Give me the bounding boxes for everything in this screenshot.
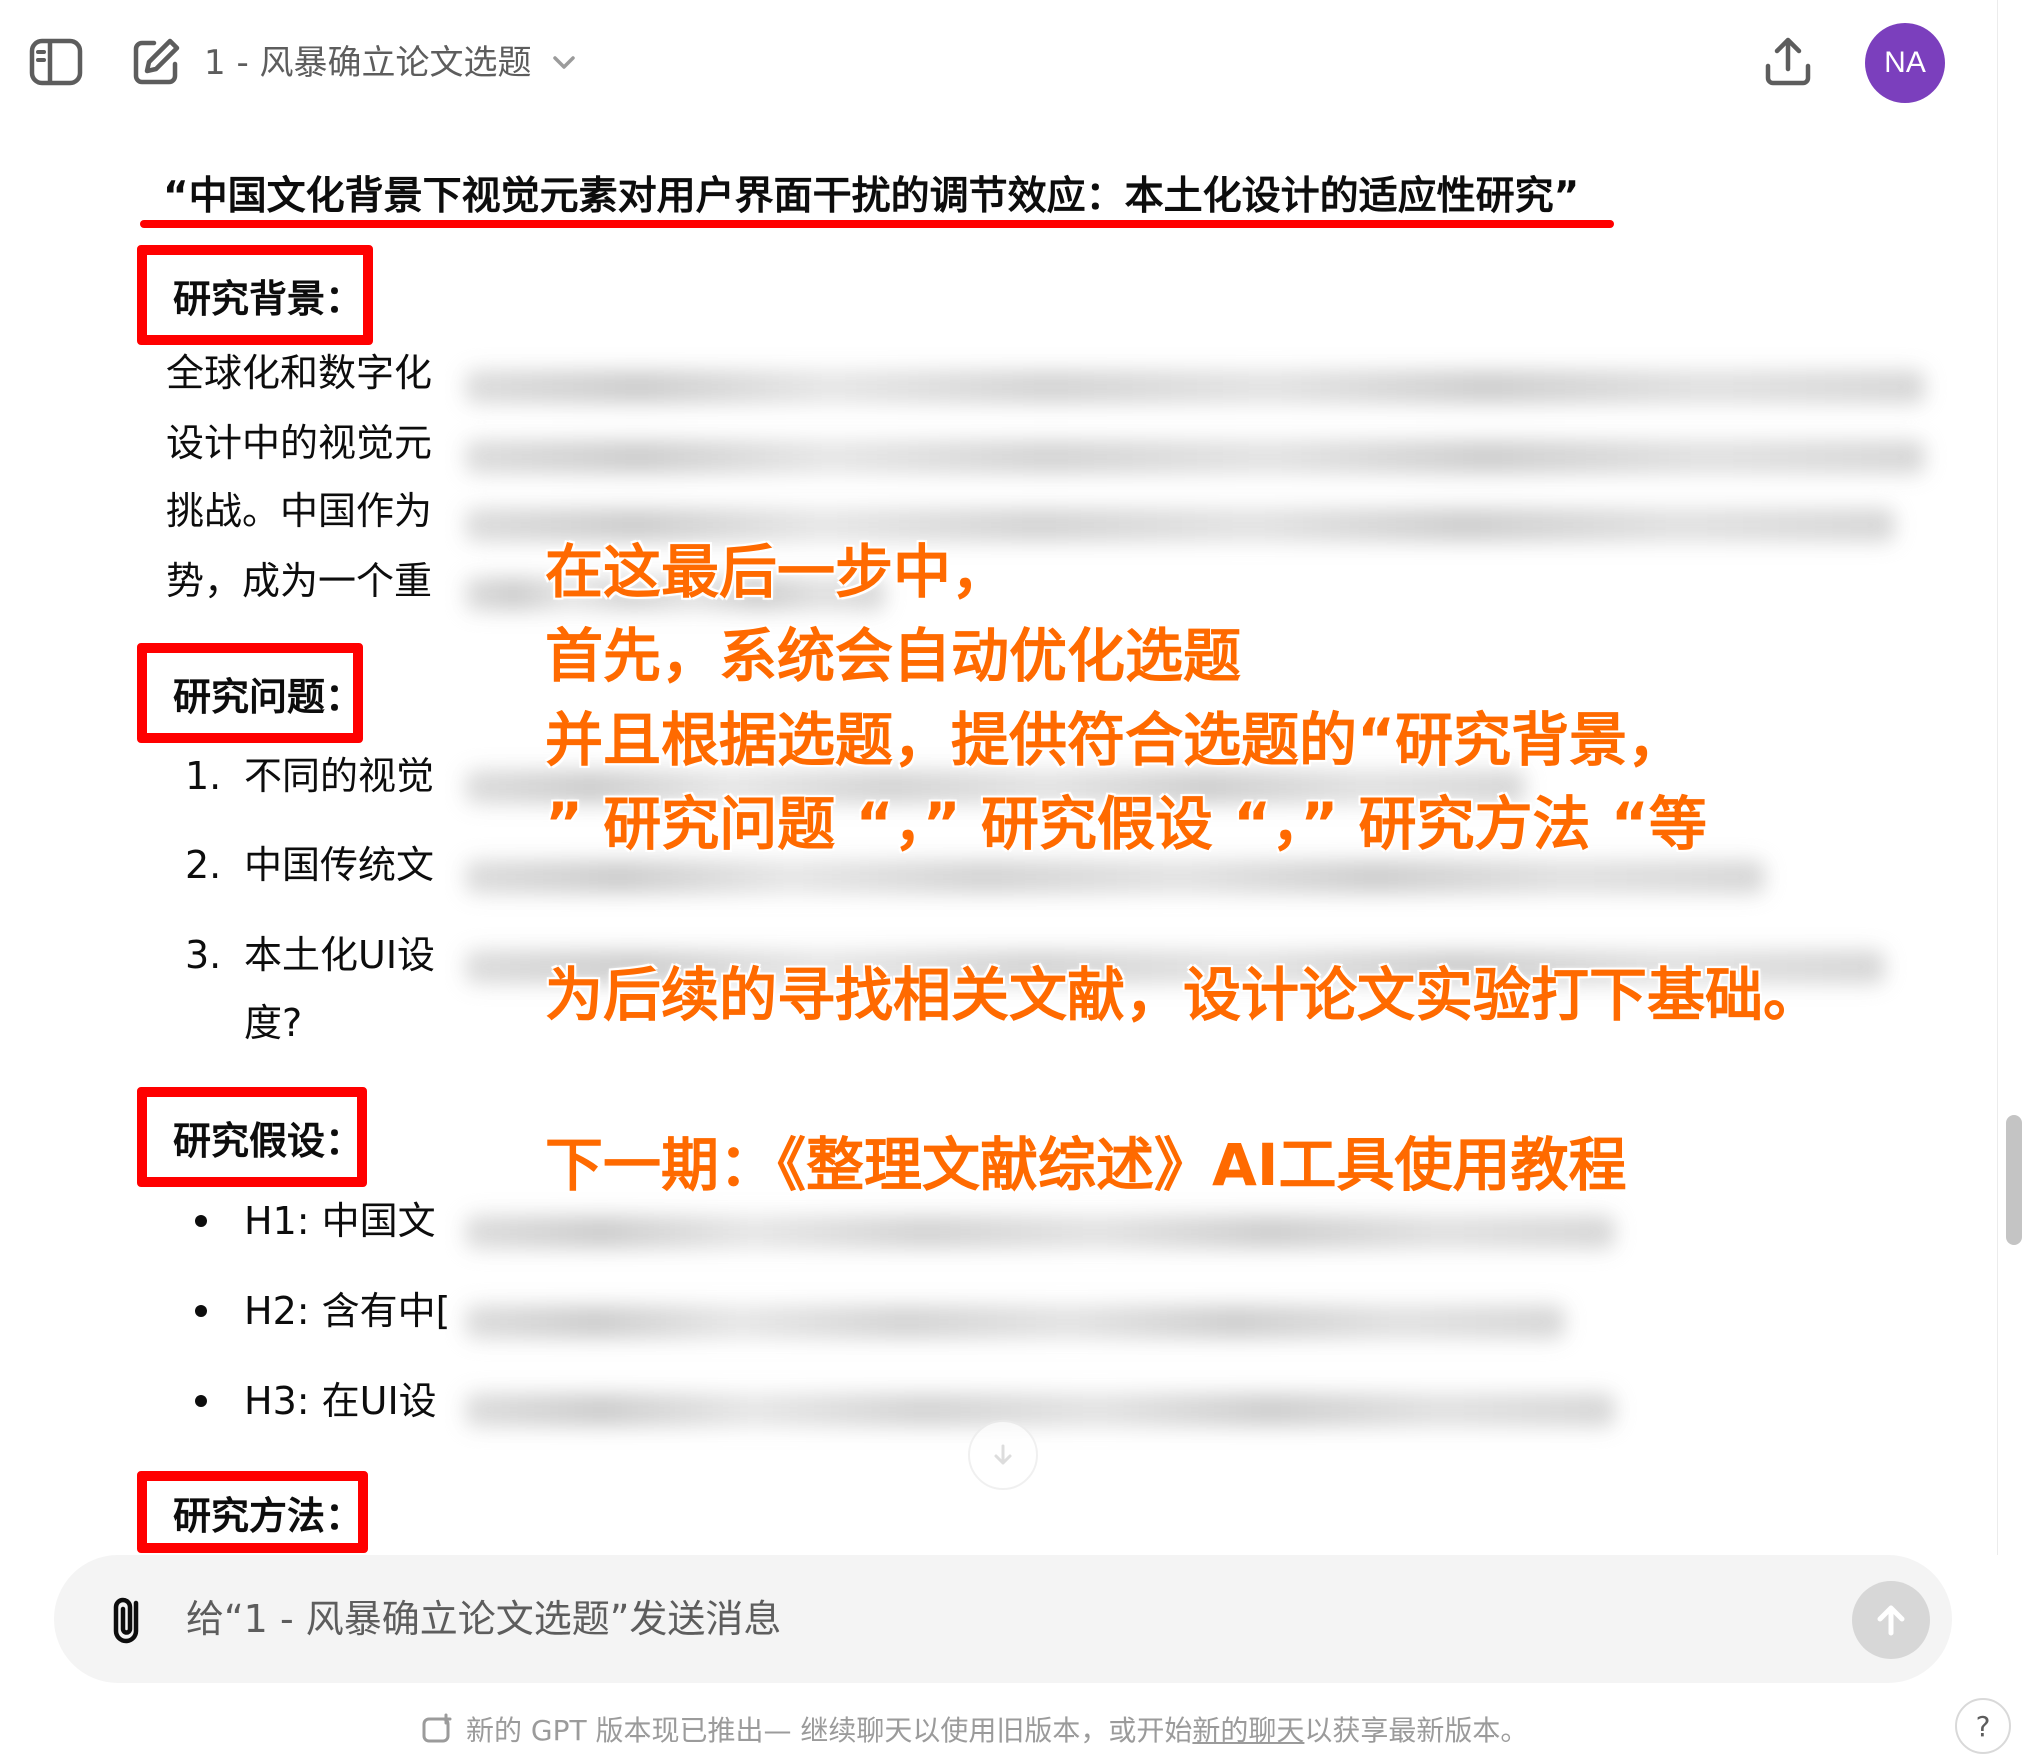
edit-icon: [133, 38, 180, 85]
section-heading-questions: 研究问题：: [137, 643, 363, 743]
notice-text: — 继续聊天以使用旧版本，或开始: [763, 1714, 1193, 1747]
new-chat-button[interactable]: [126, 32, 186, 92]
blurred-text: [465, 440, 1925, 474]
arrow-up-icon: [1877, 1605, 1905, 1636]
paragraph-line: 势，成为一个重: [166, 559, 433, 603]
annotation-line: 为后续的寻找相关文献，设计论文实验打下基础。: [545, 961, 1822, 1029]
scrollbar[interactable]: [1997, 0, 2030, 1555]
new-chat-link[interactable]: 新的聊天: [1192, 1709, 1304, 1749]
sidebar-toggle-button[interactable]: [26, 32, 86, 92]
research-topic: “中国文化背景下视觉元素对用户界面干扰的调节效应：本土化设计的适应性研究”: [163, 174, 1580, 219]
section-heading-background: 研究背景：: [137, 245, 373, 345]
blurred-text: [465, 370, 1925, 404]
heading-text: 研究假设：: [173, 1118, 364, 1163]
notice-bold-text: 新的 GPT 版本现已推出: [466, 1714, 764, 1747]
avatar[interactable]: NA: [1865, 23, 1945, 103]
section-heading-hypotheses: 研究假设：: [137, 1087, 367, 1187]
paperclip-icon[interactable]: [100, 1589, 160, 1649]
bullet-dot: [195, 1215, 207, 1227]
share-button[interactable]: [1758, 32, 1818, 92]
list-item: H1: 中国文: [244, 1199, 436, 1243]
annotation-line: 在这最后一步中，: [545, 538, 1010, 606]
version-notice: 新的 GPT 版本现已推出 — 继续聊天以使用旧版本，或开始 新的聊天 以获享最…: [420, 1705, 1528, 1753]
paragraph-line: 全球化和数字化: [166, 351, 433, 395]
list-item: 不同的视觉: [244, 754, 435, 798]
send-button[interactable]: [1852, 1581, 1930, 1659]
help-button[interactable]: ?: [1955, 1698, 2011, 1754]
blurred-text: [465, 1215, 1615, 1249]
list-item-continuation: 度?: [244, 1001, 303, 1045]
annotation-line: 首先，系统会自动优化选题: [545, 622, 1242, 690]
list-item: H2: 含有中[: [244, 1289, 451, 1333]
list-number: 3.: [185, 933, 222, 977]
annotation-line: ” 研究问题 “，” 研究假设 “，” 研究方法 “等: [545, 790, 1707, 858]
notice-text-end: 以获享最新版本。: [1304, 1714, 1529, 1747]
section-heading-methods: 研究方法：: [137, 1471, 368, 1553]
scrollbar-thumb[interactable]: [2006, 1115, 2022, 1245]
blurred-text: [465, 860, 1765, 894]
chat-window: 1 - 风暴确立论文选题 NA “中国文化背景下视觉元素对用户界面干扰的调节效应…: [0, 0, 2030, 1758]
list-item: 本土化UI设: [244, 933, 436, 977]
blurred-text: [465, 1393, 1615, 1427]
chat-title[interactable]: 1 - 风暴确立论文选题: [204, 38, 532, 88]
message-input[interactable]: [184, 1579, 1744, 1659]
chevron-down-icon[interactable]: [548, 46, 580, 78]
paragraph-line: 挑战。中国作为: [166, 489, 433, 533]
top-bar: 1 - 风暴确立论文选题 NA: [0, 0, 2030, 125]
paragraph-line: 设计中的视觉元: [166, 421, 433, 465]
arrow-down-icon: [994, 1444, 1012, 1465]
list-item: H3: 在UI设: [244, 1379, 437, 1423]
heading-text: 研究问题：: [173, 674, 364, 719]
share-icon: [1765, 37, 1811, 86]
sidebar-icon: [29, 38, 83, 86]
heading-text: 研究方法：: [173, 1493, 364, 1538]
bullet-dot: [195, 1305, 207, 1317]
message-composer: [54, 1555, 1952, 1683]
list-number: 2.: [185, 843, 222, 887]
blurred-text: [465, 1305, 1565, 1339]
annotation-next-episode: 下一期：《整理文献综述》AI工具使用教程: [545, 1131, 1627, 1199]
list-item: 中国传统文: [244, 843, 435, 887]
heading-text: 研究背景：: [173, 276, 364, 321]
bullet-dot: [195, 1395, 207, 1407]
annotation-line: 并且根据选题，提供符合选题的“研究背景，: [545, 706, 1686, 774]
list-number: 1.: [185, 754, 222, 798]
new-version-icon: [422, 1713, 452, 1743]
scroll-to-bottom-button[interactable]: [968, 1420, 1038, 1490]
